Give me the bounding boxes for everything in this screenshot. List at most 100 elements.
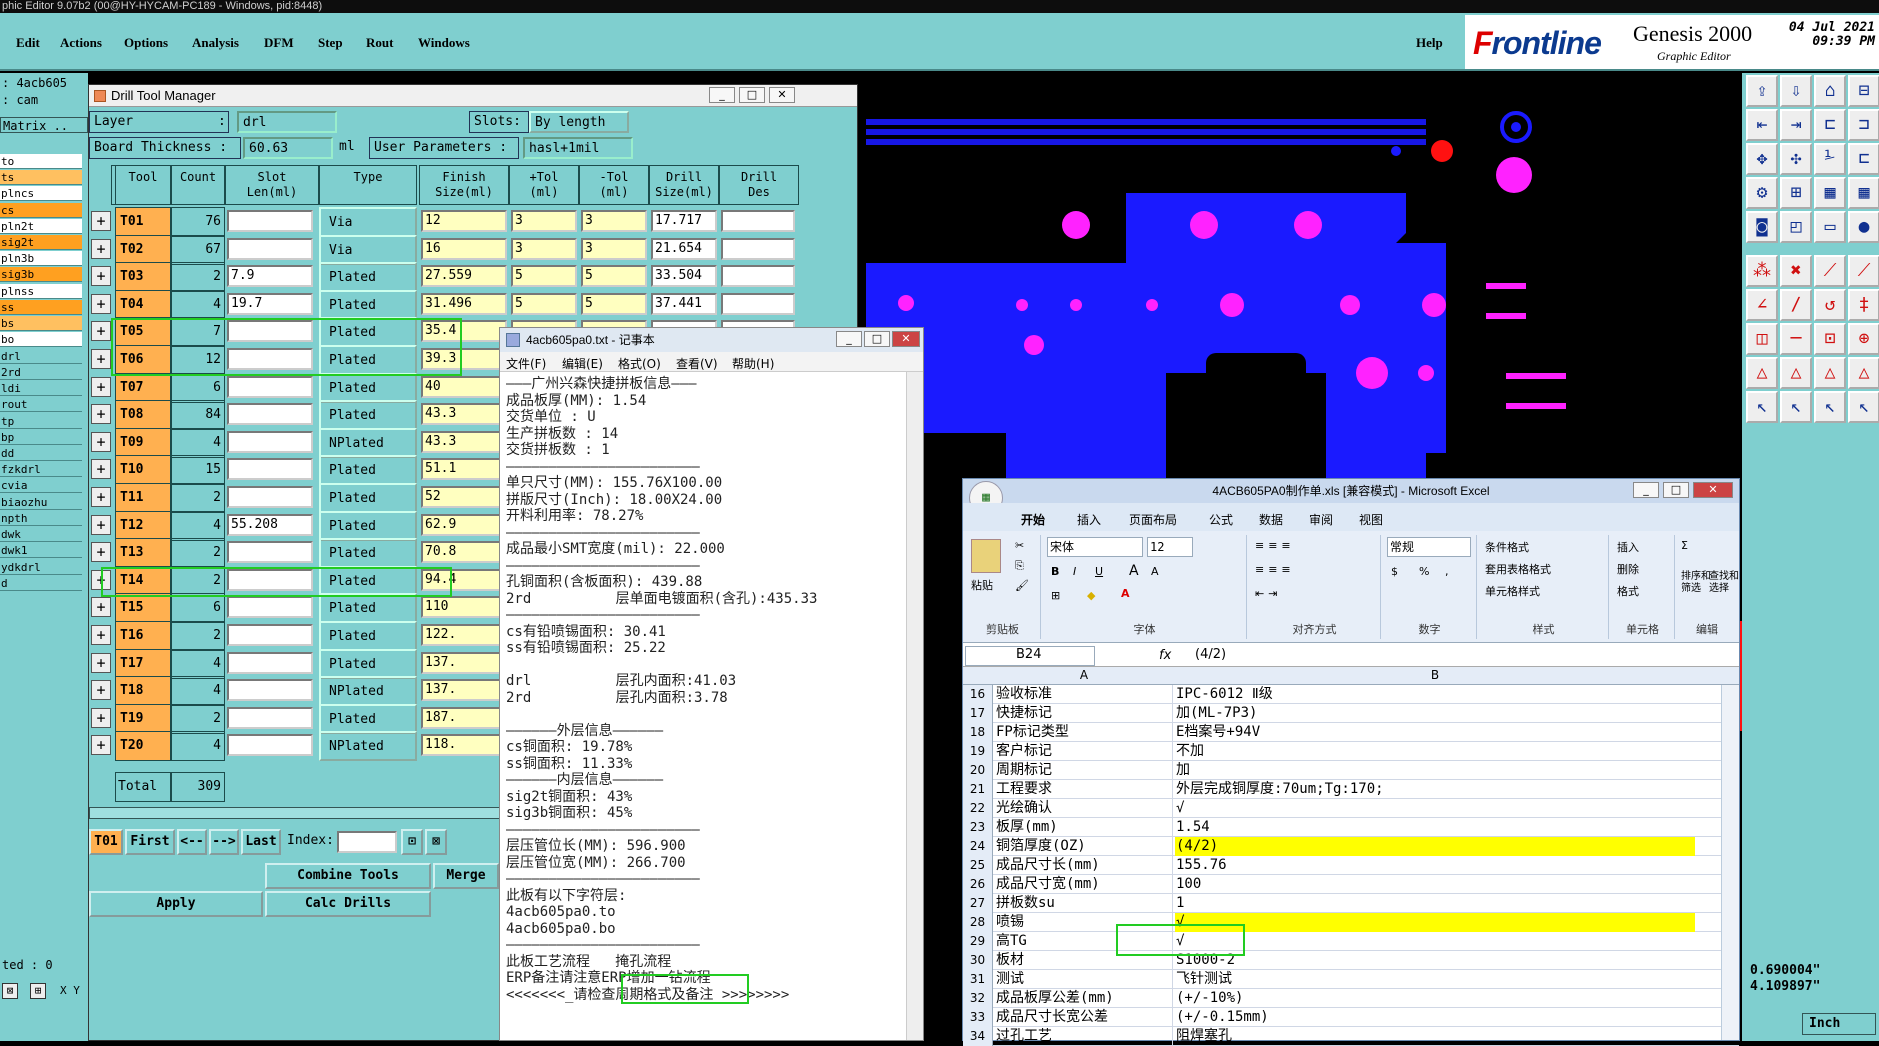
excel-maximize-button[interactable]: □ <box>1663 482 1689 498</box>
drill-des-input[interactable] <box>721 237 795 260</box>
currency-icon[interactable]: $ <box>1391 565 1398 578</box>
expand-button[interactable]: + <box>91 487 111 507</box>
cell-a[interactable]: 板材 <box>995 951 1173 970</box>
tool-button-icon[interactable]: ⌂ <box>1814 75 1846 107</box>
grid-icon[interactable]: ⊞ <box>30 983 46 999</box>
row-number[interactable]: 17 <box>963 704 993 723</box>
finish-size-input[interactable]: 43.3 <box>421 430 507 453</box>
tool-button-icon[interactable]: ↖ <box>1814 391 1846 423</box>
tab-formulas[interactable]: 公式 <box>1209 511 1233 528</box>
cell-a[interactable]: 快捷标记 <box>995 704 1173 723</box>
row-number[interactable]: 19 <box>963 742 993 761</box>
tool-button-icon[interactable]: △ <box>1780 357 1812 389</box>
tab-insert[interactable]: 插入 <box>1077 511 1101 528</box>
tool-button-icon[interactable]: ⇥ <box>1780 109 1812 141</box>
layer-item-dd[interactable]: dd <box>0 446 82 461</box>
formula-input[interactable]: (4/2) <box>1195 647 1226 662</box>
expand-button[interactable]: + <box>91 542 111 563</box>
tab-data[interactable]: 数据 <box>1259 511 1283 528</box>
layer-item-ydkdrl[interactable]: ydkdrl <box>0 560 82 575</box>
zoom-icon[interactable]: ⊠ <box>2 983 18 999</box>
layer-item-biaozhu[interactable]: biaozhu <box>0 495 82 510</box>
menu-options[interactable]: Options <box>124 35 168 51</box>
col-b-header[interactable]: B <box>1175 668 1695 682</box>
menu-windows[interactable]: Windows <box>418 35 470 51</box>
expand-button[interactable]: + <box>91 404 111 425</box>
row-number[interactable]: 34 <box>963 1027 993 1046</box>
cell-b[interactable]: 加 <box>1175 761 1695 780</box>
type-dropdown[interactable]: Via <box>319 207 417 237</box>
finish-size-input[interactable]: 43.3 <box>421 403 507 426</box>
tool-button-icon[interactable]: ⇤ <box>1746 109 1778 141</box>
cell-b[interactable]: 外层完成铜厚度:70um;Tg:170; <box>1175 780 1695 799</box>
sort-filter-button[interactable]: 排序和 筛选 <box>1681 571 1711 595</box>
tool-button-icon[interactable]: △ <box>1746 357 1778 389</box>
cell-a[interactable]: 验收标准 <box>995 685 1173 704</box>
indent-icons[interactable]: ⇤⇥ <box>1255 587 1281 600</box>
finish-size-input[interactable]: 35.4 <box>421 320 507 343</box>
expand-button[interactable]: + <box>91 211 111 231</box>
type-dropdown[interactable]: NPlated <box>319 731 417 762</box>
row-number[interactable]: 23 <box>963 818 993 837</box>
finish-size-input[interactable]: 39.3 <box>421 348 507 370</box>
slots-dropdown[interactable]: By length <box>529 111 629 133</box>
slot-len-input[interactable]: 19.7 <box>227 292 313 315</box>
tool-button-icon[interactable]: ↖ <box>1780 391 1812 423</box>
slot-len-input[interactable] <box>227 624 313 646</box>
menu-edit[interactable]: Edit <box>16 35 40 51</box>
tool-button-icon[interactable]: ◫ <box>1746 323 1778 355</box>
tool-button-icon[interactable]: ▦ <box>1814 177 1846 209</box>
layer-item-fzkdrl[interactable]: fzkdrl <box>0 462 82 477</box>
cell-a[interactable]: 高TG <box>995 932 1173 951</box>
layer-item-bo[interactable]: bo <box>0 332 82 347</box>
combine-tools-button[interactable]: Combine Tools <box>265 863 431 889</box>
tool-button-icon[interactable]: ↺ <box>1814 289 1846 321</box>
slot-len-input[interactable] <box>227 430 313 453</box>
type-dropdown[interactable]: Plated <box>319 538 417 569</box>
expand-button[interactable]: + <box>91 321 111 342</box>
tool-button-icon[interactable]: ⇪ <box>1746 75 1778 107</box>
type-dropdown[interactable]: Plated <box>319 289 417 320</box>
slot-len-input[interactable] <box>227 679 313 702</box>
tool-button-icon[interactable]: △ <box>1814 357 1846 389</box>
font-name-select[interactable]: 宋体 <box>1047 537 1143 557</box>
excel-close-button[interactable]: ✕ <box>1693 482 1733 498</box>
cell-b[interactable]: 1 <box>1175 894 1695 913</box>
type-dropdown[interactable]: Plated <box>319 593 417 624</box>
drill-des-input[interactable] <box>721 292 795 315</box>
cell-b[interactable]: √ <box>1175 913 1695 932</box>
cell-a[interactable]: 光绘确认 <box>995 799 1173 818</box>
menu-actions[interactable]: Actions <box>60 35 102 51</box>
cell-b[interactable]: S1000-2 <box>1175 951 1695 970</box>
fx-icon[interactable]: fx <box>1159 648 1171 663</box>
grow-font-icon[interactable]: A <box>1129 563 1139 579</box>
slot-len-input[interactable] <box>227 210 313 232</box>
cell-a[interactable]: 成品板厚公差(mm) <box>995 989 1173 1008</box>
row-number[interactable]: 33 <box>963 1008 993 1027</box>
board-thickness-input[interactable]: 60.63 <box>243 137 333 159</box>
finish-size-input[interactable]: 94.4 <box>421 568 507 591</box>
tool-button-icon[interactable]: ∕ <box>1780 289 1812 321</box>
first-button[interactable]: First <box>125 829 175 855</box>
cell-b[interactable]: IPC-6012 Ⅱ级 <box>1175 685 1695 704</box>
dtm-close-button[interactable]: ✕ <box>769 87 795 103</box>
slot-len-input[interactable] <box>227 403 313 426</box>
cell-b[interactable]: 加(ML-7P3) <box>1175 704 1695 723</box>
layer-item-ldi[interactable]: ldi <box>0 381 82 396</box>
cell-b[interactable]: (+/-0.15mm) <box>1175 1008 1695 1027</box>
finish-size-input[interactable]: 137. <box>421 651 507 674</box>
valign-icons[interactable]: ≡≡≡ <box>1255 539 1295 552</box>
cell-a[interactable]: 过孔工艺 <box>995 1027 1173 1046</box>
layer-value[interactable]: drl <box>237 111 337 133</box>
expand-button[interactable]: + <box>91 735 111 756</box>
fill-color-icon[interactable]: ◆ <box>1087 589 1095 602</box>
plus-tol-input[interactable]: 3 <box>511 210 577 232</box>
tab-page-layout[interactable]: 页面布局 <box>1129 511 1177 528</box>
font-color-icon[interactable]: A <box>1121 587 1130 600</box>
row-number[interactable]: 30 <box>963 951 993 970</box>
type-dropdown[interactable]: Plated <box>319 565 417 596</box>
cell-a[interactable]: 板厚(mm) <box>995 818 1173 837</box>
insert-cells-button[interactable]: 插入 <box>1617 539 1639 555</box>
tab-home[interactable]: 开始 <box>1021 511 1045 528</box>
format-cells-button[interactable]: 格式 <box>1617 583 1639 599</box>
